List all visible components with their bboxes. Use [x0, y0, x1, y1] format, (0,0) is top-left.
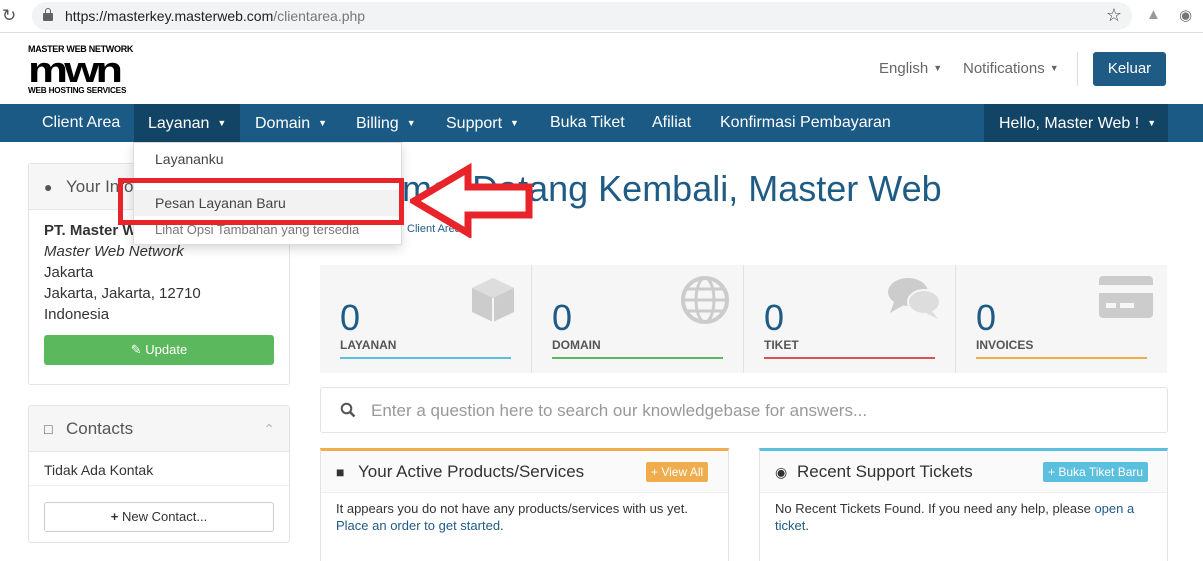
open-new-ticket-button[interactable]: + Buka Tiket Baru	[1043, 462, 1149, 482]
caret-down-icon: ▼	[318, 118, 328, 128]
address: Jakarta, Jakarta, 12710	[44, 285, 201, 302]
comments-icon: ◉	[775, 464, 788, 480]
nav-domain[interactable]: Domain ▼	[255, 104, 327, 142]
nav-support[interactable]: Support ▼	[446, 104, 519, 142]
active-products-card: ■ Your Active Products/Services + View Al…	[320, 448, 729, 561]
caret-down-icon: ▼	[510, 118, 519, 128]
cube-icon	[472, 278, 514, 322]
update-button[interactable]: ✎ Update	[44, 335, 274, 365]
no-contacts-text: Tidak Ada Kontak	[29, 452, 289, 486]
pdf-extension-icon[interactable]: ▲	[1146, 6, 1164, 26]
tile-domain[interactable]: 0 DOMAIN	[532, 265, 742, 373]
main-navbar: Client Area Layanan ▼ Domain ▼ Billing ▼ Su…	[0, 104, 1203, 142]
nav-afiliat[interactable]: Afiliat	[652, 104, 691, 142]
stat-tiles: 0 LAYANAN 0 DOMAIN 0 TIKET 0 INVOICES	[320, 265, 1167, 373]
cube-icon: ■	[336, 464, 345, 480]
tile-value: 0	[764, 297, 785, 338]
city: Jakarta	[44, 264, 94, 281]
tile-tiket[interactable]: 0 TIKET	[744, 265, 954, 373]
caret-down-icon: ▼	[933, 63, 943, 73]
site-logo[interactable]: MASTER WEB NETWORK mwn WEB HOSTING SERVI…	[28, 44, 140, 96]
tile-accent-bar	[976, 357, 1147, 359]
reload-icon[interactable]: ↻	[2, 6, 18, 26]
tile-label: INVOICES	[976, 338, 1034, 352]
tile-accent-bar	[340, 357, 511, 359]
globe-icon	[681, 276, 729, 324]
bookmark-star-icon[interactable]: ☆	[1106, 5, 1122, 26]
url-text: https://masterkey.masterweb.com/clientar…	[65, 8, 366, 24]
recent-tickets-card: ◉ Recent Support Tickets + Buka Tiket Bar…	[759, 448, 1168, 561]
menu-item-layananku[interactable]: Layananku	[134, 149, 401, 169]
caret-down-icon: ▼	[1049, 63, 1059, 73]
tile-invoices[interactable]: 0 INVOICES	[956, 265, 1166, 373]
lock-icon[interactable]	[43, 8, 53, 21]
chevron-up-icon[interactable]: ⌃	[263, 406, 275, 452]
logo-mark: mwn	[28, 49, 123, 90]
nav-buka-tiket[interactable]: Buka Tiket	[550, 104, 625, 142]
browser-toolbar: ↻ https://masterkey.masterweb.com/client…	[0, 0, 1203, 33]
address-bar[interactable]: https://masterkey.masterweb.com/clientar…	[32, 2, 1132, 30]
pencil-icon: ✎	[130, 342, 142, 357]
caret-down-icon: ▼	[1147, 118, 1157, 128]
camera-extension-icon[interactable]: ◉	[1179, 6, 1199, 26]
tile-layanan[interactable]: 0 LAYANAN	[320, 265, 530, 373]
tile-label: TIKET	[764, 338, 799, 352]
card-header: ◉ Recent Support Tickets + Buka Tiket Bar…	[760, 451, 1167, 493]
highlight-arrow-icon	[410, 163, 533, 238]
tile-value: 0	[976, 297, 997, 338]
contacts-header[interactable]: □ Contacts ⌃	[29, 406, 289, 452]
notifications-menu[interactable]: Notifications ▼	[963, 60, 1059, 77]
header-divider	[1077, 52, 1078, 86]
view-all-button[interactable]: + View All	[646, 462, 709, 482]
caret-down-icon: ▼	[406, 118, 416, 128]
nav-client-area[interactable]: Client Area	[42, 104, 120, 142]
comments-icon	[888, 278, 941, 319]
kb-search-box	[320, 387, 1168, 433]
highlight-box	[118, 178, 404, 225]
place-order-link[interactable]: Place an order to get started	[336, 518, 500, 533]
card-body: No Recent Tickets Found. If you need any…	[775, 501, 1135, 533]
card-body: It appears you do not have any products/…	[336, 501, 688, 533]
card-header: ■ Your Active Products/Services + View Al…	[321, 451, 728, 493]
user-icon: ●	[44, 179, 53, 195]
nav-billing[interactable]: Billing ▼	[356, 104, 416, 142]
plus-icon: +	[110, 509, 119, 524]
tile-value: 0	[340, 297, 361, 338]
folder-icon: □	[44, 421, 53, 437]
caret-down-icon: ▼	[217, 118, 227, 128]
search-icon[interactable]	[340, 402, 356, 418]
tile-label: DOMAIN	[552, 338, 601, 352]
tile-value: 0	[552, 297, 573, 338]
credit-card-icon	[1099, 276, 1153, 318]
logo-bottom-text: WEB HOSTING SERVICES	[28, 86, 127, 95]
contacts-panel: □ Contacts ⌃ Tidak Ada Kontak + New Conta…	[28, 405, 290, 543]
nav-konfirmasi-pembayaran[interactable]: Konfirmasi Pembayaran	[720, 104, 891, 142]
language-selector[interactable]: English ▼	[879, 60, 942, 77]
new-contact-button[interactable]: + New Contact...	[44, 502, 274, 532]
card-title: Recent Support Tickets	[797, 462, 973, 481]
country: Indonesia	[44, 306, 110, 323]
tile-accent-bar	[552, 357, 723, 359]
nav-layanan[interactable]: Layanan ▼	[134, 104, 241, 142]
tile-accent-bar	[764, 357, 935, 359]
kb-search-input[interactable]	[371, 398, 1151, 424]
logout-button[interactable]: Keluar	[1093, 52, 1166, 86]
card-title: Your Active Products/Services	[358, 462, 585, 481]
tile-label: LAYANAN	[340, 338, 397, 352]
user-menu[interactable]: Hello, Master Web ! ▼	[984, 104, 1168, 142]
